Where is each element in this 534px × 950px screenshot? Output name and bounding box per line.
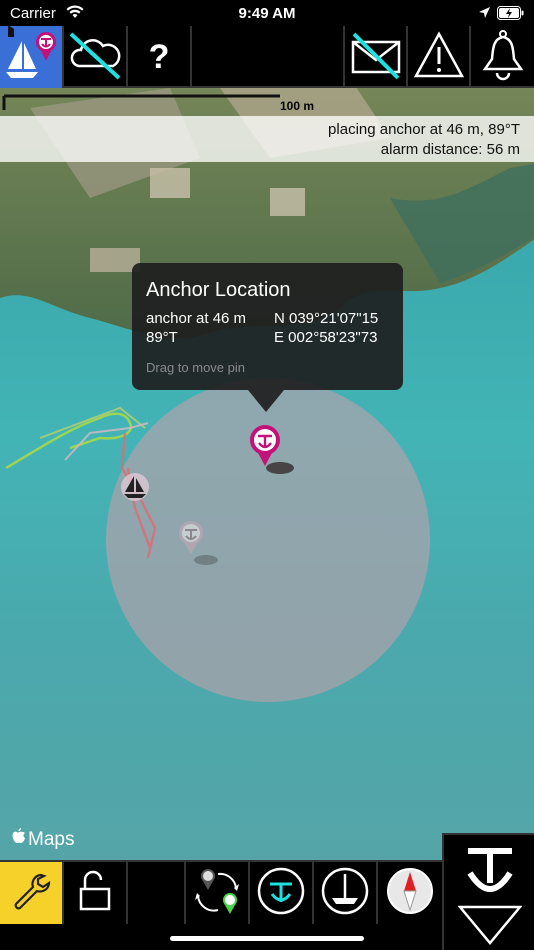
callout-hint: Drag to move pin [146,360,245,375]
empty-toolbar-slot [192,26,345,88]
compass-button[interactable] [378,862,442,924]
anchor-boat-mode-button[interactable] [0,24,64,90]
swap-anchor-pins-icon [190,864,244,923]
lock-button[interactable] [64,862,128,924]
previous-anchor-pin [178,520,222,573]
swap-anchors-button[interactable] [186,862,250,924]
chevron-down-triangle-icon [457,905,523,950]
apple-maps-attribution[interactable]: Maps [12,828,74,851]
envelope-crossed-icon [348,30,404,85]
cloud-crossed-icon [67,30,123,85]
maps-label: Maps [28,828,75,850]
anchor-circle-icon [256,866,306,921]
help-label: ? [148,37,170,76]
status-bar: Carrier 9:49 AM [0,0,534,26]
callout-latitude: N 039°21'07"15 [274,310,379,327]
anchor-location-pin[interactable] [248,424,300,485]
callout-bearing: 89°T [146,329,178,346]
compass-icon [385,866,435,921]
unlocked-padlock-icon [75,869,115,918]
apple-logo-icon [12,828,26,851]
sailboat-anchor-pin-icon [0,24,62,90]
clock-label: 9:49 AM [238,5,296,22]
location-arrow-icon [478,6,491,24]
anchor-view-button[interactable] [250,862,314,924]
warning-triangle-icon [413,30,465,84]
bottom-toolbar [0,860,442,924]
alarm-bell-button[interactable] [471,26,534,88]
messages-off-button[interactable] [345,26,408,88]
home-indicator [170,936,364,941]
boat-position-marker [120,472,150,507]
satellite-map[interactable]: 100 m placing anchor at 46 m, 89°T alarm… [0,88,534,860]
help-button[interactable]: ? [128,26,192,88]
callout-title: Anchor Location [146,279,291,301]
weather-off-button[interactable] [64,26,128,88]
anchor-drop-panel[interactable] [442,833,534,950]
settings-wrench-button[interactable] [0,862,64,924]
anchor-pin-icon [248,425,300,484]
bell-icon [479,29,527,86]
anchor-location-callout: Anchor Location anchor at 46 m 89°T N 03… [132,263,403,412]
empty-toolbar-slot [128,862,186,924]
top-toolbar: ? [0,24,534,90]
callout-distance: anchor at 46 m [146,310,247,327]
sailboat-marker-icon [120,473,150,506]
anchor-icon [462,843,518,904]
boat-circle-icon [320,866,370,921]
warning-button[interactable] [408,26,471,88]
wrench-icon [11,871,51,916]
anchor-pin-icon [178,521,222,572]
callout-longitude: E 002°58'23"73 [274,329,378,346]
battery-charging-icon [497,6,525,25]
boat-view-button[interactable] [314,862,378,924]
